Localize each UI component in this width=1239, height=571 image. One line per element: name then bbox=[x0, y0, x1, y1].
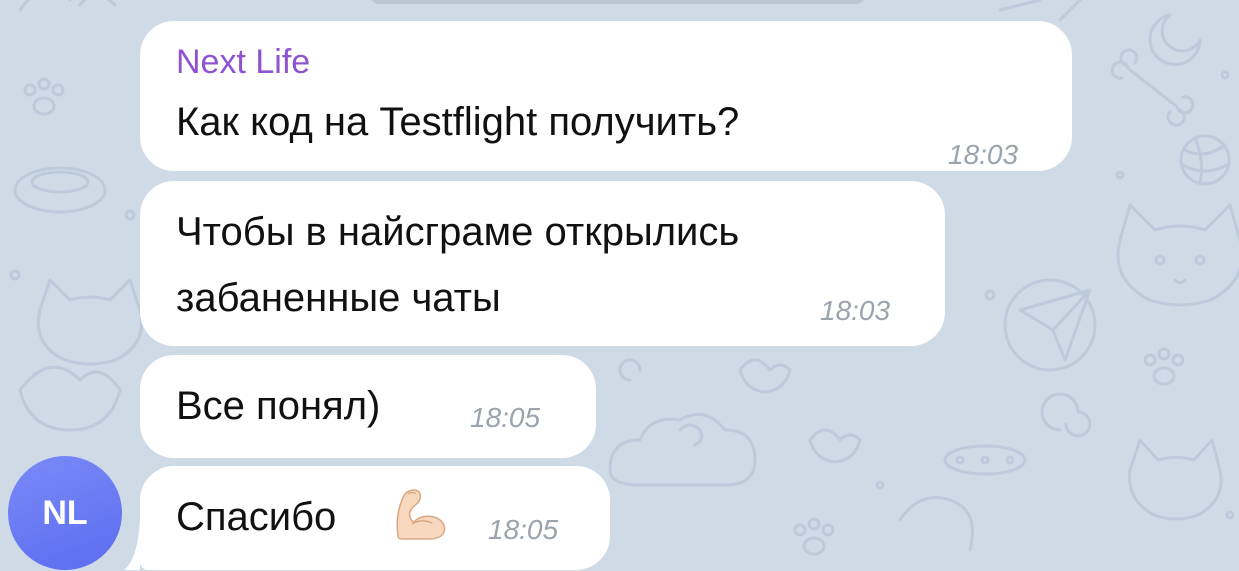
message-text: Спасибо bbox=[176, 495, 337, 539]
message-text-line-2: забаненные чаты bbox=[176, 276, 501, 320]
message-bubble[interactable]: Чтобы в найсграме открылись забаненные ч… bbox=[140, 181, 945, 346]
avatar[interactable]: NL bbox=[8, 456, 122, 570]
sender-name[interactable]: Next Life bbox=[176, 43, 310, 82]
message-time: 18:05 bbox=[488, 514, 559, 545]
message-text-line-1: Чтобы в найсграме открылись bbox=[176, 210, 740, 254]
message-text: Как код на Testflight получить? bbox=[176, 100, 740, 144]
message-bubble[interactable]: Все понял) 18:05 bbox=[140, 355, 596, 458]
message-time: 18:03 bbox=[820, 295, 891, 326]
message-bubble[interactable]: Спасибо 18:05 bbox=[140, 466, 610, 570]
avatar-initials: NL bbox=[42, 493, 88, 532]
flexed-biceps-emoji bbox=[396, 489, 446, 540]
date-pill bbox=[370, 0, 865, 4]
bubble-tail bbox=[124, 520, 140, 570]
message-text: Все понял) bbox=[176, 384, 381, 428]
message-time: 18:05 bbox=[470, 402, 541, 433]
message-time: 18:03 bbox=[948, 139, 1019, 170]
message-bubble[interactable]: Next Life Как код на Testflight получить… bbox=[140, 21, 1072, 171]
